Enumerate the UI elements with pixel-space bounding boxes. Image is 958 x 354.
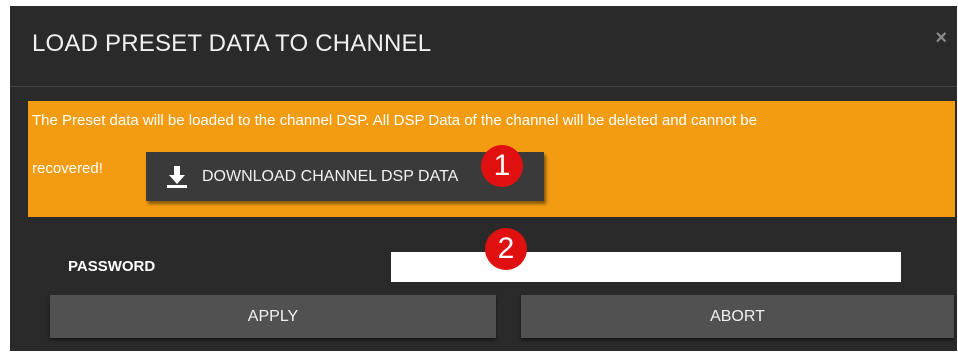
password-input[interactable] — [391, 252, 901, 282]
warning-text-line1: The Preset data will be loaded to the ch… — [32, 112, 757, 129]
annotation-badge-1: 1 — [481, 145, 523, 187]
abort-button[interactable]: ABORT — [521, 295, 954, 338]
dialog-title: LOAD PRESET DATA TO CHANNEL — [32, 30, 432, 57]
apply-button[interactable]: APPLY — [50, 295, 496, 338]
header-divider — [10, 86, 957, 87]
annotation-badge-2: 2 — [485, 228, 527, 270]
download-button-label: DOWNLOAD CHANNEL DSP DATA — [202, 167, 459, 185]
password-label: PASSWORD — [68, 258, 156, 275]
download-icon — [167, 165, 187, 188]
close-icon[interactable]: × — [935, 28, 947, 48]
load-preset-dialog: LOAD PRESET DATA TO CHANNEL × The Preset… — [10, 6, 957, 351]
warning-text-line2: recovered! — [32, 160, 103, 177]
